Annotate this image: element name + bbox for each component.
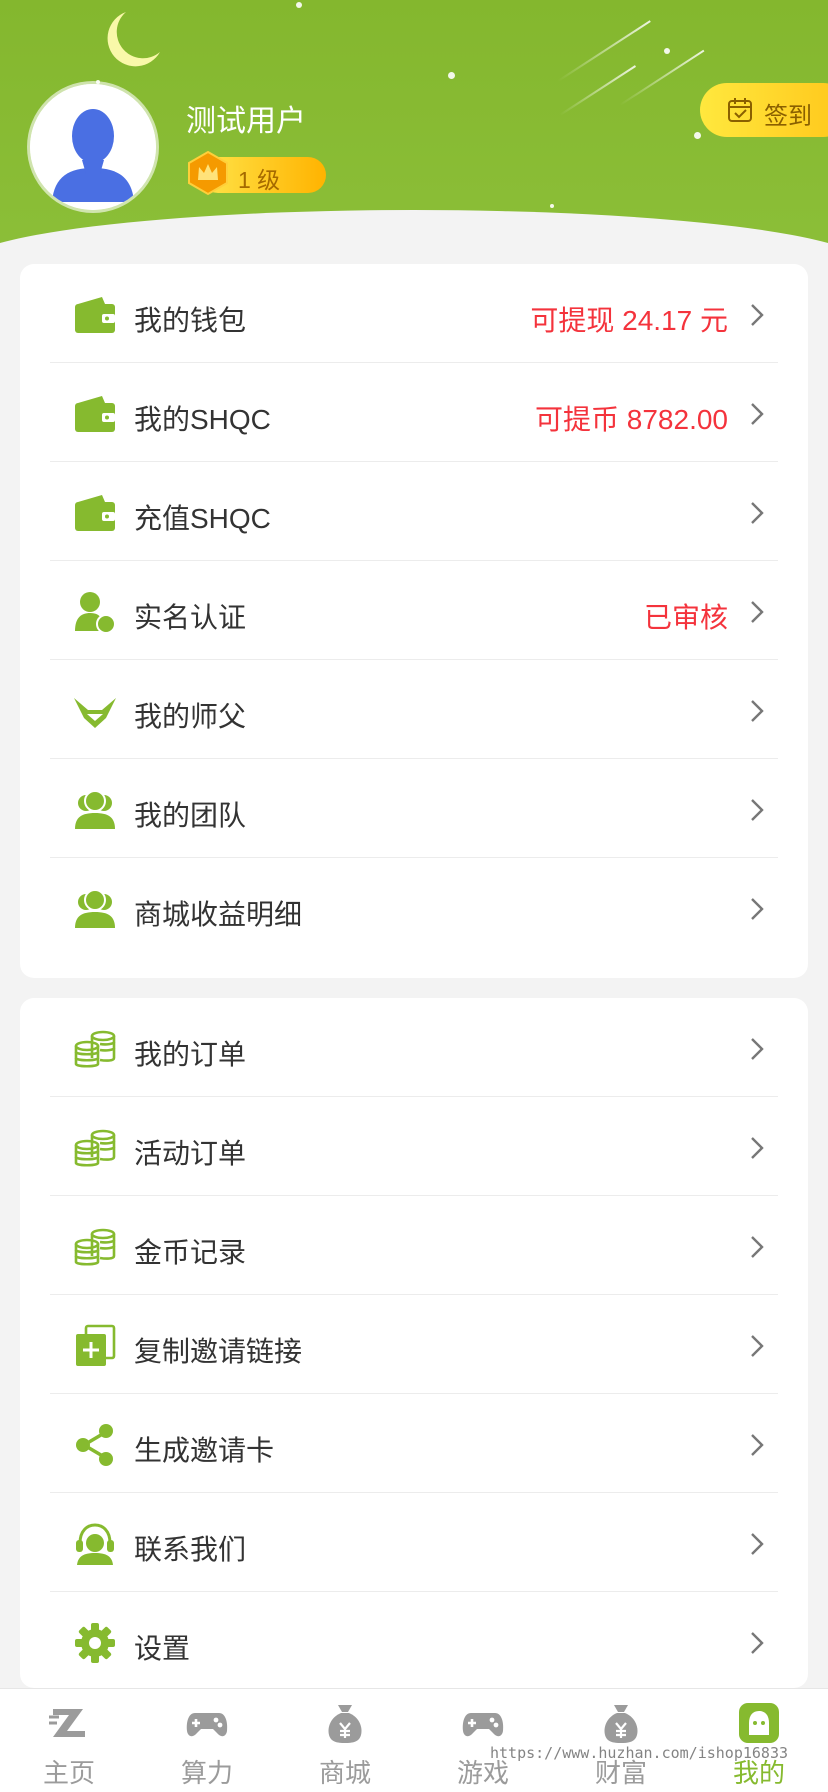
menu-item-contact-us[interactable]: 联系我们 [50, 1493, 778, 1592]
team-icon [75, 790, 115, 829]
meteor-decoration [557, 20, 651, 82]
gamepad-icon [186, 1713, 228, 1737]
coins-icon [74, 1129, 116, 1167]
menu-item-recharge-shqc[interactable]: 充值SHQC [50, 462, 778, 561]
level-text: 1 级 [238, 167, 281, 193]
menu-item-label: 商城收益明细 [134, 899, 303, 930]
chevron-right-icon [751, 1038, 764, 1060]
menu-item-label: 实名认证 [134, 602, 247, 633]
signin-button[interactable]: 签到 [700, 83, 828, 137]
tab-games[interactable]: 游戏 [414, 1689, 552, 1792]
menu-item-label: 我的订单 [134, 1039, 247, 1070]
settings-icon [75, 1623, 115, 1663]
wallet-icon [75, 297, 115, 333]
share-icon [76, 1424, 113, 1466]
star-decoration [550, 204, 554, 208]
star-decoration [448, 72, 455, 79]
tab-computing-power[interactable]: 算力 [138, 1689, 276, 1792]
menu-item-activity-orders[interactable]: 活动订单 [50, 1097, 778, 1196]
tab-wealth[interactable]: 财富 [552, 1689, 690, 1792]
chevron-right-icon [751, 700, 764, 722]
menu-item-label: 活动订单 [134, 1138, 247, 1169]
tab-label: 主页 [42, 1758, 95, 1788]
gamepad-icon [462, 1713, 504, 1737]
user-verify-icon [75, 592, 116, 634]
menu-item-coin-records[interactable]: 金币记录 [50, 1196, 778, 1295]
menu-item-label: 设置 [134, 1633, 191, 1664]
money-bag-icon [604, 1705, 638, 1743]
menu-item-label: 生成邀请卡 [134, 1435, 275, 1466]
copy-link-icon [76, 1324, 116, 1366]
chevron-right-icon [751, 1335, 764, 1357]
watermark-text: https://www.huzhan.com/ishop16833 [490, 1744, 789, 1762]
chevron-right-icon [751, 1632, 764, 1654]
chevron-right-icon [751, 1137, 764, 1159]
menu-item-mentor[interactable]: 我的师父 [50, 660, 778, 759]
menu-item-mall-earnings[interactable]: 商城收益明细 [50, 858, 778, 957]
chevron-right-icon [751, 502, 764, 524]
chevron-right-icon [751, 1533, 764, 1555]
menu-item-team[interactable]: 我的团队 [50, 759, 778, 858]
avatar[interactable] [30, 84, 156, 210]
chevron-right-icon [751, 304, 764, 326]
star-decoration [664, 48, 670, 54]
star-decoration [694, 132, 701, 139]
menu-item-label: 复制邀请链接 [134, 1336, 303, 1367]
menu-item-settings[interactable]: 设置 [50, 1592, 778, 1691]
star-decoration [296, 2, 302, 8]
tab-home[interactable]: 主页 [0, 1689, 138, 1792]
menu-item-my-orders[interactable]: 我的订单 [50, 998, 778, 1097]
profile-header: 测试用户 1 级 [0, 0, 828, 300]
menu-item-label: 我的钱包 [134, 305, 247, 336]
chevron-right-icon [751, 403, 764, 425]
support-icon [76, 1523, 114, 1565]
menu-item-label: 金币记录 [134, 1237, 247, 1268]
menu-item-invite-card[interactable]: 生成邀请卡 [50, 1394, 778, 1493]
coins-icon [74, 1030, 116, 1068]
calendar-check-icon [728, 98, 752, 122]
tab-label: 商城 [318, 1758, 371, 1788]
chevron-right-icon [751, 1434, 764, 1456]
chevron-right-icon [751, 601, 764, 623]
tab-mall[interactable]: 商城 [276, 1689, 414, 1792]
menu-item-label: 联系我们 [134, 1534, 247, 1565]
menu-item-label: 我的师父 [134, 701, 247, 732]
signin-label: 签到 [764, 103, 812, 130]
meteor-decoration [619, 49, 705, 106]
orders-menu-card: 我的订单 活动订单 金币记录 复制邀请链接 生成邀请卡 联系我们 设置 [20, 998, 808, 1688]
crown-icon [188, 150, 228, 196]
username: 测试用户 [186, 105, 306, 138]
menu-item-value: 可提现 24.17 元 [530, 305, 728, 336]
chevron-right-icon [751, 799, 764, 821]
menu-item-value: 可提币 8782.00 [535, 404, 728, 435]
coins-icon [74, 1228, 116, 1266]
menu-item-label: 充值SHQC [134, 503, 271, 534]
default-avatar-icon [30, 84, 156, 210]
menu-item-shqc[interactable]: 我的SHQC 可提币 8782.00 [50, 363, 778, 462]
level-badge: 1 级 [186, 150, 326, 196]
menu-item-copy-invite-link[interactable]: 复制邀请链接 [50, 1295, 778, 1394]
team-icon [75, 889, 115, 928]
bottom-tab-bar: 主页 算力 商城 游戏 财富 我的 [0, 1688, 828, 1792]
chevron-right-icon [751, 1236, 764, 1258]
profile-face-icon [739, 1703, 779, 1743]
menu-item-value: 已审核 [643, 602, 728, 633]
money-bag-icon [328, 1705, 362, 1743]
moon-icon [107, 12, 160, 67]
wallet-icon [75, 495, 115, 531]
menu-item-label: 我的团队 [134, 800, 247, 831]
tab-label: 算力 [180, 1758, 233, 1788]
wallet-menu-card: 我的钱包 可提现 24.17 元 我的SHQC 可提币 8782.00 充值SH… [20, 264, 808, 978]
menu-item-label: 我的SHQC [134, 404, 271, 435]
mentor-icon [74, 698, 116, 728]
tab-mine[interactable]: 我的 [690, 1689, 828, 1792]
menu-item-wallet[interactable]: 我的钱包 可提现 24.17 元 [50, 264, 778, 363]
menu-item-verification[interactable]: 实名认证 已审核 [50, 561, 778, 660]
home-z-icon [49, 1709, 85, 1737]
wallet-icon [75, 396, 115, 432]
chevron-right-icon [751, 898, 764, 920]
